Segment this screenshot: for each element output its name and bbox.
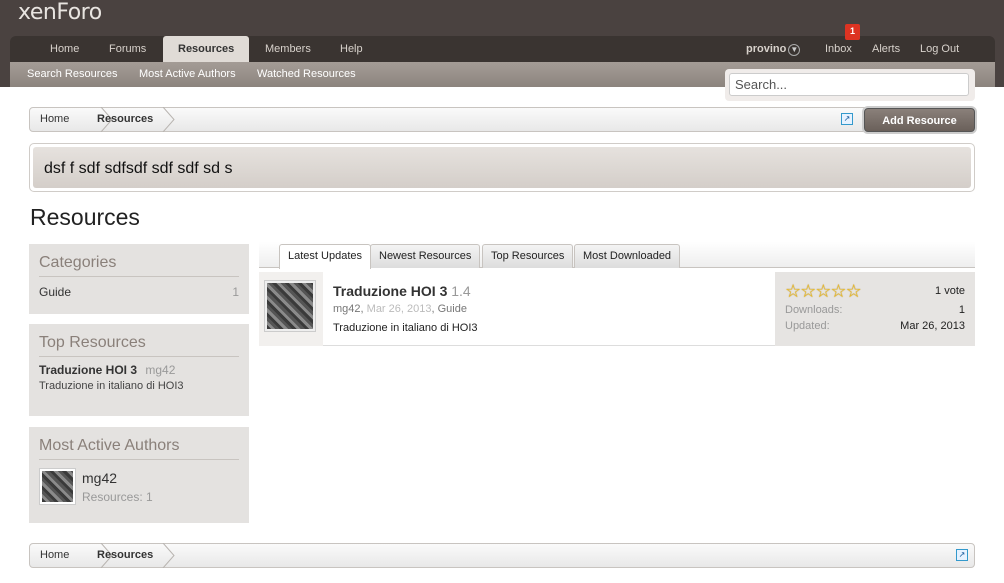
avatar[interactable] — [39, 468, 76, 505]
logout-link[interactable]: Log Out — [912, 36, 967, 62]
category-item[interactable]: Guide 1 — [39, 285, 239, 299]
search-box — [725, 69, 975, 101]
downloads-label: Downloads: — [785, 304, 843, 316]
top-resources-box: Top Resources Traduzione HOI 3 mg42 Trad… — [29, 324, 249, 416]
category-name[interactable]: Guide — [39, 285, 71, 299]
updated-label: Updated: — [785, 320, 830, 332]
notice-text: dsf f sdf sdfsdf sdf sdf sd s — [33, 147, 971, 188]
tab-members[interactable]: Members — [257, 36, 319, 62]
search-input[interactable] — [729, 73, 969, 96]
top-resource-item: Traduzione HOI 3 mg42 — [39, 363, 239, 377]
star-icon: ☆ — [815, 281, 831, 301]
tab-top-resources[interactable]: Top Resources — [482, 244, 574, 268]
breadcrumb-resources[interactable]: Resources — [97, 108, 153, 131]
user-menu[interactable]: provino ▼ — [738, 36, 808, 62]
breadcrumb-label: Resources — [97, 549, 154, 561]
breadcrumb-resources[interactable]: Resources — [97, 544, 153, 567]
top-resources-heading: Top Resources — [39, 334, 239, 357]
breadcrumb-arrow-icon — [162, 543, 175, 568]
top-resource-author[interactable]: mg42 — [145, 363, 175, 377]
breadcrumb-home[interactable]: Home — [40, 108, 69, 131]
breadcrumb: Home Resources ↗ — [29, 107, 975, 132]
site-logo[interactable]: xenForo — [18, 0, 102, 25]
inbox-count-badge: 1 — [845, 24, 860, 40]
resource-author[interactable]: mg42 — [333, 303, 361, 315]
subnav-watched-resources[interactable]: Watched Resources — [257, 62, 356, 87]
categories-box: Categories Guide 1 — [29, 244, 249, 314]
resource-tabs: Latest Updates Newest Resources Top Reso… — [259, 242, 975, 269]
chevron-down-icon: ▼ — [788, 44, 801, 56]
top-resource-title[interactable]: Traduzione HOI 3 — [39, 363, 137, 377]
downloads-value: 1 — [958, 304, 965, 316]
vote-count: 1 vote — [935, 285, 965, 297]
breadcrumb-bottom: Home Resources ↗ — [29, 543, 975, 568]
star-icon: ☆ — [800, 281, 816, 301]
author-resource-count: Resources: 1 — [82, 490, 153, 504]
add-resource-button[interactable]: Add Resource — [864, 108, 975, 132]
jump-to-icon[interactable]: ↗ — [841, 113, 853, 125]
username: provino — [746, 43, 787, 55]
resource-title-line: Traduzione HOI 3 1.4 — [333, 283, 471, 299]
resource-version: 1.4 — [451, 283, 471, 299]
tab-most-downloaded[interactable]: Most Downloaded — [574, 244, 681, 268]
breadcrumb-label: Resources — [97, 113, 154, 125]
resource-title[interactable]: Traduzione HOI 3 — [333, 283, 447, 299]
star-rating: ☆☆☆☆☆ — [785, 281, 862, 302]
active-authors-box: Most Active Authors mg42 Resources: 1 — [29, 427, 249, 523]
top-resource-desc: Traduzione in italiano di HOI3 — [39, 380, 184, 392]
resource-icon[interactable] — [264, 280, 316, 332]
tab-home[interactable]: Home — [42, 36, 87, 62]
subnav-search-resources[interactable]: Search Resources — [27, 62, 118, 87]
categories-heading: Categories — [39, 254, 239, 277]
alerts-link[interactable]: Alerts — [864, 36, 908, 62]
star-icon: ☆ — [830, 281, 846, 301]
subnav-most-active-authors[interactable]: Most Active Authors — [139, 62, 236, 87]
jump-to-icon[interactable]: ↗ — [956, 549, 968, 561]
resource-stats: ☆☆☆☆☆ 1 vote Downloads: 1 Updated: Mar 2… — [775, 272, 975, 346]
tab-latest-updates[interactable]: Latest Updates — [279, 244, 371, 269]
resource-category[interactable]: Guide — [438, 303, 467, 315]
category-count: 1 — [232, 285, 239, 299]
breadcrumb-home[interactable]: Home — [40, 544, 69, 567]
tab-help[interactable]: Help — [332, 36, 371, 62]
star-icon: ☆ — [785, 281, 801, 301]
tab-newest-resources[interactable]: Newest Resources — [370, 244, 481, 268]
breadcrumb-arrow-icon — [162, 107, 175, 132]
updated-value: Mar 26, 2013 — [900, 320, 965, 332]
tab-forums[interactable]: Forums — [101, 36, 154, 62]
list-item: Traduzione HOI 3 1.4 mg42, Mar 26, 2013,… — [259, 272, 975, 346]
resource-date: Mar 26, 2013 — [366, 303, 432, 315]
tab-resources[interactable]: Resources — [163, 36, 250, 62]
page-title: Resources — [30, 204, 140, 230]
active-authors-heading: Most Active Authors — [39, 437, 239, 460]
author-name[interactable]: mg42 — [82, 470, 153, 486]
author-item: mg42 Resources: 1 — [39, 468, 239, 505]
resource-meta: mg42, Mar 26, 2013, Guide — [333, 303, 467, 315]
notice-box: dsf f sdf sdfsdf sdf sdf sd s — [29, 143, 975, 192]
resource-desc: Traduzione in italiano di HOI3 — [333, 322, 478, 334]
star-icon: ☆ — [845, 281, 862, 301]
